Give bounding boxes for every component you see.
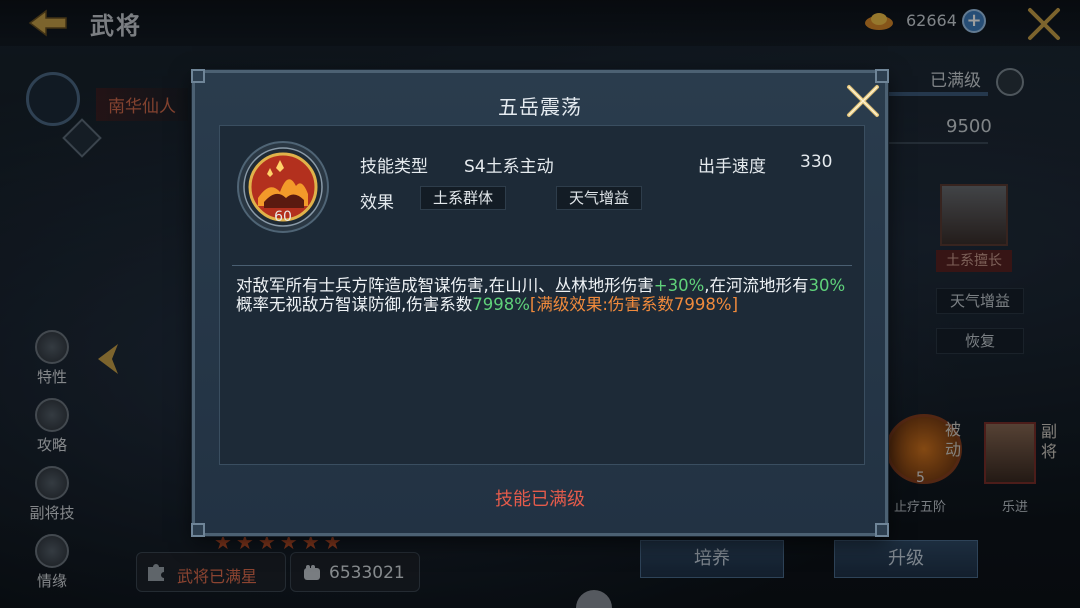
- modal-title: 五岳震荡: [498, 95, 582, 119]
- effect-label: 效果: [360, 193, 394, 213]
- skill-type-label: 技能类型: [360, 157, 428, 177]
- skill-max-status: 技能已满级: [495, 489, 585, 510]
- corner-ornament: [875, 523, 889, 537]
- close-icon[interactable]: [843, 81, 883, 121]
- desc-highlight: 30%: [808, 276, 846, 295]
- corner-ornament: [191, 69, 205, 83]
- skill-detail-modal: 五岳震荡 60 技能类型 S4土系主动 出手速度 330 效果 土系群体 天气增…: [191, 69, 889, 537]
- skill-type-value: S4土系主动: [464, 157, 554, 177]
- effect-tag: 土系群体: [420, 186, 507, 210]
- desc-text: 概率无视敌方智谋防御,伤害系数: [236, 295, 473, 314]
- skill-level: 60: [274, 209, 292, 225]
- speed-label: 出手速度: [698, 157, 766, 177]
- corner-ornament: [191, 523, 205, 537]
- skill-info-panel: 60 技能类型 S4土系主动 出手速度 330 效果 土系群体 天气增益 对敌军…: [219, 125, 865, 465]
- speed-value: 330: [800, 152, 833, 172]
- desc-max-effect: [满级效果:伤害系数7998%]: [529, 295, 739, 314]
- desc-highlight: 7998%: [472, 295, 530, 314]
- desc-highlight: +30%: [653, 276, 705, 295]
- effect-tag: 天气增益: [556, 186, 643, 210]
- desc-text: ,在河流地形有: [704, 276, 809, 295]
- desc-text: 对敌军所有士兵方阵造成智谋伤害,在山川、丛林地形伤害: [236, 276, 654, 295]
- divider: [232, 265, 852, 266]
- skill-description: 对敌军所有士兵方阵造成智谋伤害,在山川、丛林地形伤害+30%,在河流地形有30%…: [236, 276, 846, 314]
